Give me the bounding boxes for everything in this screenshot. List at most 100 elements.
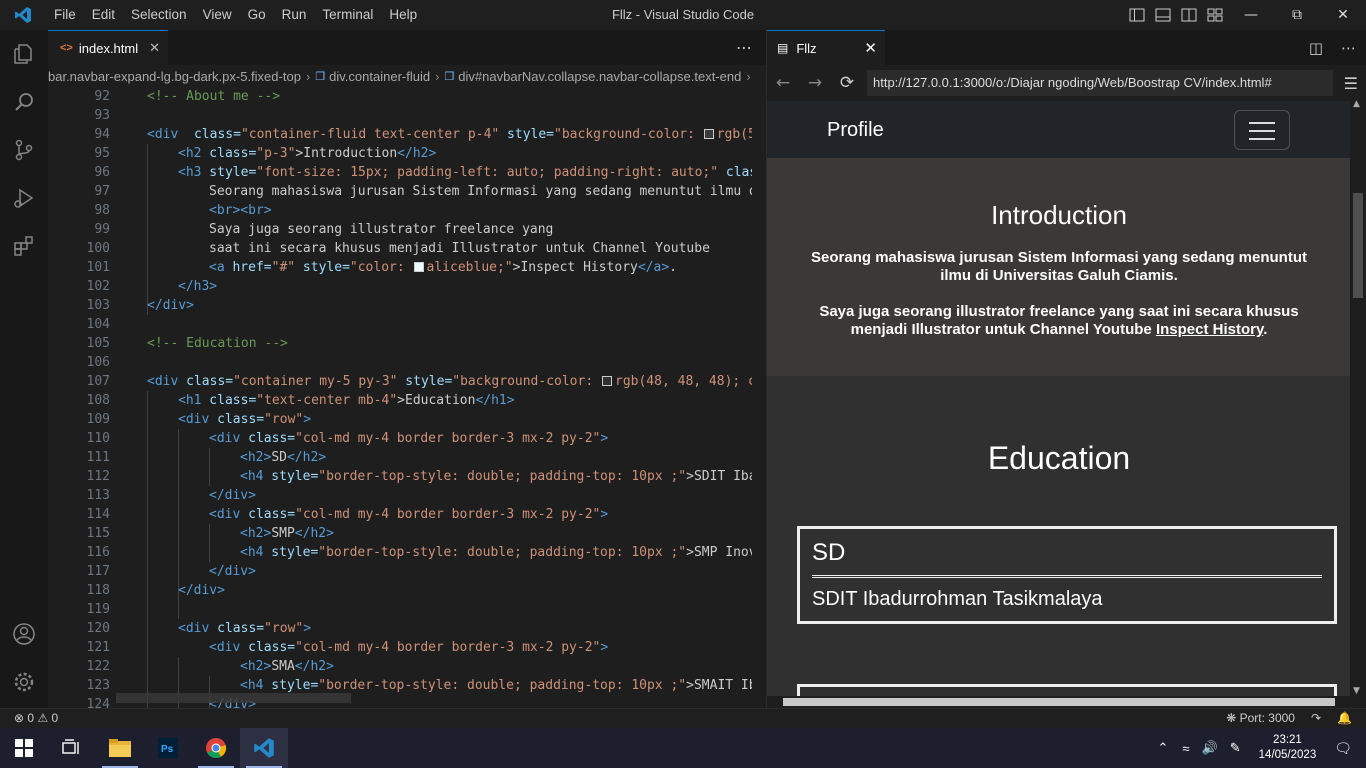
volume-icon[interactable]: 🔊 (1202, 740, 1218, 756)
back-arrow-icon[interactable]: ← (767, 73, 799, 93)
line-number: 114 (86, 507, 110, 522)
activity-bar (0, 30, 48, 708)
live-server-port[interactable]: ❋ Port: 3000 (1226, 709, 1295, 728)
minimize-icon[interactable]: — (1228, 0, 1274, 30)
preview-hscrollbar[interactable] (767, 696, 1366, 708)
breadcrumb-item[interactable]: div.container-fluid (329, 69, 430, 84)
menu-run[interactable]: Run (274, 0, 315, 30)
menu-help[interactable]: Help (381, 0, 425, 30)
color-swatch[interactable] (413, 262, 424, 272)
file-explorer-icon[interactable] (96, 728, 144, 768)
url-input[interactable]: http://127.0.0.1:3000/o:/Diajar ngoding/… (867, 70, 1333, 96)
extensions-icon[interactable] (0, 222, 48, 270)
education-title: Education (987, 440, 1131, 476)
code-line: <!-- About me --> (147, 89, 281, 104)
photoshop-icon[interactable]: Ps (144, 728, 192, 768)
problems-indicator[interactable]: ⊗ 0 ⚠ 0 (14, 709, 58, 728)
line-number: 116 (86, 545, 110, 560)
manage-gear-icon[interactable] (0, 658, 48, 706)
color-swatch[interactable] (703, 129, 714, 139)
line-number: 107 (86, 374, 110, 389)
rendered-page: Profile Introduction Seorang mahasiswa j… (767, 101, 1351, 696)
menu-terminal[interactable]: Terminal (314, 0, 381, 30)
element-icon: ❒ (315, 70, 326, 83)
scroll-up-icon[interactable]: ▲ (1353, 99, 1360, 109)
feedback-icon[interactable]: ↷ (1311, 709, 1321, 728)
close-icon[interactable]: ✕ (1320, 0, 1366, 30)
line-number: 102 (86, 279, 110, 294)
menu-edit[interactable]: Edit (84, 0, 123, 30)
tab-close-icon[interactable]: ✕ (149, 40, 160, 56)
preview-tabs: ▤ Fllz ✕ ◫ ⋯ (767, 30, 1366, 65)
line-number: 122 (86, 659, 110, 674)
search-icon[interactable] (0, 78, 48, 126)
scroll-thumb[interactable] (1353, 193, 1363, 298)
editor-group: <> index.html ✕ ⋯ bar.navbar-expand-lg.b… (48, 30, 766, 708)
restore-icon[interactable]: ⧉ (1274, 0, 1320, 30)
vscode-taskbar-icon[interactable] (240, 728, 288, 768)
line-number: 115 (86, 526, 110, 541)
chrome-icon[interactable] (192, 728, 240, 768)
line-number: 104 (86, 317, 110, 332)
code-line: </div> (209, 488, 256, 503)
menu-go[interactable]: Go (240, 0, 274, 30)
line-number: 112 (86, 469, 110, 484)
menu-view[interactable]: View (195, 0, 240, 30)
inspect-history-link[interactable]: Inspect History (1156, 321, 1263, 338)
windows-start-icon[interactable] (0, 728, 48, 768)
toggle-secondary-sidebar-icon[interactable] (1176, 0, 1202, 30)
breadcrumb: bar.navbar-expand-lg.bg-dark.px-5.fixed-… (48, 65, 766, 87)
code-line: </h3> (178, 279, 218, 294)
pen-icon[interactable]: ✎ (1230, 740, 1241, 756)
network-icon[interactable]: ≈ (1182, 741, 1189, 756)
notification-center-icon[interactable]: 🗨 (1334, 740, 1352, 757)
line-number: 100 (86, 241, 110, 256)
preview-scrollbar[interactable]: ▲ ▼ (1350, 99, 1366, 696)
reload-icon[interactable]: ⟳ (831, 73, 863, 93)
code-line: Saya juga seorang illustrator freelance … (209, 222, 554, 237)
tab-index-html[interactable]: <> index.html ✕ (48, 30, 168, 65)
task-view-icon[interactable] (48, 728, 96, 768)
editor-tabs: <> index.html ✕ ⋯ (48, 30, 766, 65)
tab-preview[interactable]: ▤ Fllz ✕ (767, 30, 885, 65)
toggle-primary-sidebar-icon[interactable] (1124, 0, 1150, 30)
menu-selection[interactable]: Selection (123, 0, 195, 30)
code-line: <div class="col-md my-4 border border-3 … (209, 640, 609, 655)
code-line: <div class="container-fluid text-center … (147, 127, 766, 142)
preview-actions: ◫ ⋯ (1309, 30, 1356, 65)
source-control-icon[interactable] (0, 126, 48, 174)
navbar-toggler-icon[interactable] (1234, 110, 1290, 150)
code-line: <!-- Education --> (147, 336, 288, 351)
toggle-panel-icon[interactable] (1150, 0, 1176, 30)
customize-layout-icon[interactable] (1202, 0, 1228, 30)
color-swatch[interactable] (602, 376, 612, 386)
code-line: </div> (209, 564, 256, 579)
system-tray: ⌃ ≈ 🔊 ✎ 23:21 14/05/2023 🗨 (1150, 728, 1366, 768)
line-number: 109 (86, 412, 110, 427)
code-area[interactable]: 92 93 94 95 96 97 98 99 100 101 102 103 … (48, 87, 766, 708)
scroll-down-icon[interactable]: ▼ (1353, 686, 1360, 696)
horizontal-scrollbar[interactable] (116, 693, 351, 703)
split-editor-icon[interactable]: ◫ (1309, 39, 1323, 57)
editor-scrollbar[interactable] (752, 87, 766, 708)
more-actions-icon[interactable]: ⋯ (1341, 39, 1356, 57)
breadcrumb-item[interactable]: div#navbarNav.collapse.navbar-collapse.t… (458, 69, 741, 84)
code-line: <br><br> (209, 203, 272, 218)
more-actions-icon[interactable]: ⋯ (736, 30, 752, 65)
notifications-bell-icon[interactable]: 🔔 (1337, 709, 1352, 728)
forward-arrow-icon[interactable]: → (799, 73, 831, 93)
code-line: <h2>SD</h2> (240, 450, 327, 465)
clock[interactable]: 23:21 14/05/2023 (1259, 733, 1317, 763)
run-debug-icon[interactable] (0, 174, 48, 222)
breadcrumb-item[interactable]: bar.navbar-expand-lg.bg-dark.px-5.fixed-… (48, 69, 301, 84)
preview-close-icon[interactable]: ✕ (864, 39, 877, 57)
menu-file[interactable]: File (46, 0, 84, 30)
line-number: 119 (86, 602, 110, 617)
navbar-brand[interactable]: Profile (827, 119, 884, 142)
explorer-icon[interactable] (0, 30, 48, 78)
hamburger-menu-icon[interactable]: ☰ (1344, 74, 1358, 93)
accounts-icon[interactable] (0, 610, 48, 658)
chevron-up-icon[interactable]: ⌃ (1158, 740, 1169, 756)
chevron-right-icon: › (435, 68, 440, 84)
simple-browser-panel: ▤ Fllz ✕ ◫ ⋯ ← → ⟳ http://127.0.0.1:3000… (766, 30, 1366, 708)
